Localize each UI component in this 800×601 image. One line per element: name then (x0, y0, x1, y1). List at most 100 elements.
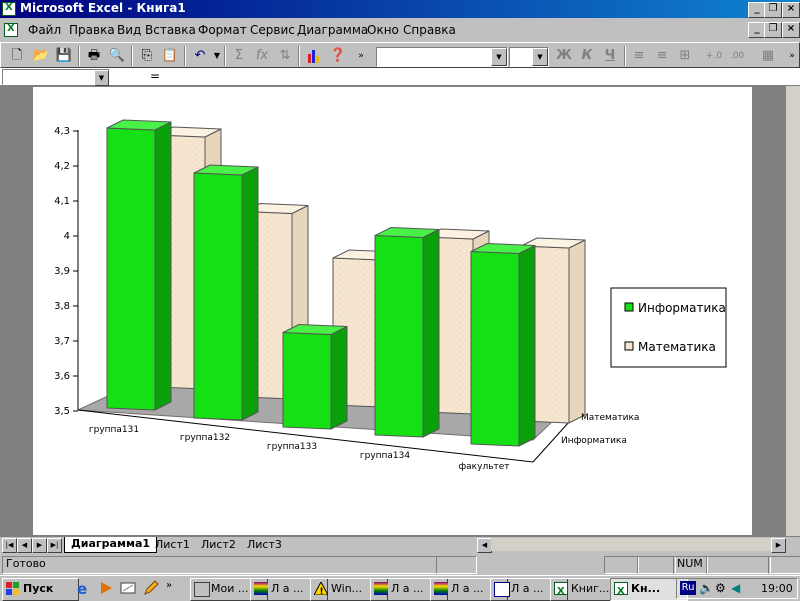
status-panel (436, 556, 477, 574)
chart-legend[interactable]: Информатика Математика (610, 287, 727, 368)
menu-chart[interactable]: Диаграмма (297, 23, 368, 37)
prev-sheet-icon[interactable]: ◀ (17, 538, 32, 553)
bar-side-face (518, 244, 536, 447)
merge-center-icon[interactable]: ⊞ (675, 46, 695, 66)
formula-input[interactable] (168, 69, 796, 85)
y-tick-label: 4,3 (54, 126, 70, 137)
open-icon[interactable]: 📂 (31, 46, 51, 66)
tab-sheet3[interactable]: Лист3 (247, 538, 282, 551)
next-sheet-icon[interactable]: ▶ (32, 538, 47, 553)
volume-icon[interactable]: 🔈 (699, 581, 714, 595)
font-size-combo[interactable]: ▼ (509, 47, 549, 67)
chart-plot[interactable]: 3,5 3,6 3,7 3,8 3,9 4 4,1 4,2 4,3 группа131 группа… (33, 87, 752, 535)
align-center-icon[interactable]: ≡ (652, 46, 672, 66)
first-sheet-icon[interactable]: |◀ (2, 538, 17, 553)
copy-icon[interactable]: ⎘ (137, 46, 157, 66)
chevron-down-icon[interactable]: ▼ (532, 48, 548, 66)
doc-close-button[interactable]: × (782, 22, 800, 38)
menu-window[interactable]: Окно (367, 23, 399, 37)
windows-logo-icon (6, 582, 20, 595)
internet-explorer-icon[interactable]: e (76, 580, 92, 598)
tab-sheet2[interactable]: Лист2 (201, 538, 236, 551)
toolbar-options-icon[interactable]: » (351, 46, 371, 66)
media-player-icon[interactable] (98, 580, 114, 596)
toolbar-separator (78, 46, 80, 66)
paste-icon[interactable]: 📋 (160, 46, 180, 66)
font-name-combo[interactable]: ▼ (376, 47, 508, 67)
menu-help[interactable]: Справка (403, 23, 456, 37)
horizontal-scrollbar[interactable] (491, 538, 771, 551)
align-left-icon[interactable]: ≡ (629, 46, 649, 66)
speaker-icon[interactable]: ◀ (731, 581, 740, 595)
bar-informatika (282, 323, 348, 430)
print-preview-icon[interactable]: 🔍 (107, 46, 127, 66)
increase-decimal-icon[interactable]: +.0 (704, 46, 724, 66)
status-text: Готово (2, 556, 437, 574)
status-panel (768, 556, 800, 574)
system-tray: Ru 🔈 ⚙ ◀ 19:00 (676, 578, 798, 599)
x-category-label: факультет (458, 462, 509, 472)
excel-icon (554, 582, 568, 600)
italic-button[interactable]: К (577, 46, 597, 66)
warning-icon: ! (313, 580, 329, 597)
x-category-label: группа132 (180, 433, 230, 443)
sort-icon[interactable]: ⇅ (275, 46, 295, 66)
x-category-label: группа133 (267, 442, 317, 452)
tab-sheet1[interactable]: Лист1 (155, 538, 190, 551)
bar-informatika (193, 164, 259, 421)
menu-format[interactable]: Формат (198, 23, 247, 37)
depth-axis-label: Информатика (561, 436, 627, 446)
clock[interactable]: 19:00 (761, 582, 793, 595)
chart-wizard-icon[interactable] (304, 46, 324, 66)
decrease-decimal-icon[interactable]: .00 (727, 46, 747, 66)
menu-insert[interactable]: Вставка (145, 23, 196, 37)
chevron-down-icon[interactable]: ▼ (94, 70, 109, 86)
chevron-down-icon[interactable]: ▼ (491, 48, 507, 66)
y-tick-label: 3,6 (54, 371, 70, 382)
hscroll-right-icon[interactable]: ▶ (771, 538, 786, 553)
language-indicator[interactable]: Ru (680, 581, 696, 595)
excel-app-icon[interactable] (2, 2, 16, 16)
bar-front-face (374, 234, 424, 438)
y-tick-label: 4,2 (54, 161, 70, 172)
title-bar: Microsoft Excel - Книга1 _ ❐ × (0, 0, 800, 18)
toolbar-separator (131, 46, 133, 66)
hscroll-left-icon[interactable]: ◀ (477, 538, 492, 553)
close-button[interactable]: × (782, 2, 800, 18)
toolbar-options-icon[interactable]: » (782, 46, 800, 66)
borders-icon[interactable]: ▦ (758, 46, 778, 66)
status-panel (604, 556, 639, 574)
document-icon[interactable] (4, 23, 18, 37)
bar-informatika (470, 242, 536, 447)
pencil-icon[interactable] (143, 580, 159, 596)
y-tick-label: 4 (64, 231, 70, 242)
autosum-icon[interactable]: Σ (229, 46, 249, 66)
print-icon[interactable]: 🖶 (84, 46, 104, 66)
bar-front-face (193, 172, 243, 421)
standard-toolbar: 🗋 📂 💾 🖶 🔍 ⎘ 📋 ↶ ▼ Σ fx ⇅ ❓ » ▼ ▼ Ж К Ч ≡… (0, 42, 800, 68)
menu-view[interactable]: Вид (117, 23, 141, 37)
doc-restore-button[interactable]: ❐ (764, 22, 782, 38)
quicklaunch-more-icon[interactable]: » (166, 580, 182, 596)
tab-chart1[interactable]: Диаграмма1 (64, 537, 158, 553)
menu-tools[interactable]: Сервис (250, 23, 295, 37)
menu-file[interactable]: Файл (28, 23, 61, 37)
vertical-scrollbar[interactable] (786, 86, 800, 536)
desktop-icon[interactable] (120, 580, 136, 596)
underline-button[interactable]: Ч (600, 46, 620, 66)
y-tick-label: 3,5 (54, 406, 70, 417)
help-icon[interactable]: ❓ (328, 46, 348, 66)
menu-edit[interactable]: Правка (69, 23, 115, 37)
chart-area[interactable]: 3,5 3,6 3,7 3,8 3,9 4 4,1 4,2 4,3 группа131 группа… (33, 87, 752, 535)
name-box[interactable]: ▼ (2, 69, 110, 86)
save-icon[interactable]: 💾 (54, 46, 74, 66)
restore-button[interactable]: ❐ (764, 2, 782, 18)
bold-button[interactable]: Ж (554, 46, 574, 66)
legend-swatch-informatika (624, 302, 634, 312)
last-sheet-icon[interactable]: ▶| (47, 538, 62, 553)
start-button[interactable]: Пуск (2, 578, 79, 601)
y-tick-label: 3,9 (54, 266, 70, 277)
new-icon[interactable]: 🗋 (7, 46, 27, 66)
tray-app-icon[interactable]: ⚙ (715, 581, 726, 595)
function-icon[interactable]: fx (252, 46, 272, 66)
